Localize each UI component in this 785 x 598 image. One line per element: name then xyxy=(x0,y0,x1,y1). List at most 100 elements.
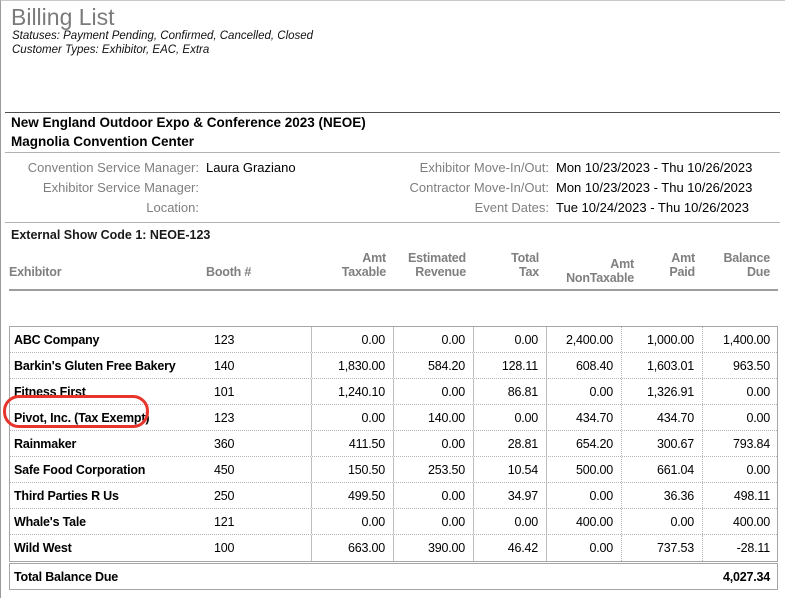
cell-booth: 450 xyxy=(206,457,312,482)
cell-amt-nontaxable: 0.00 xyxy=(547,379,622,404)
cell-amt-paid: 434.70 xyxy=(622,405,703,430)
table-row: Wild West 100 663.00 390.00 46.42 0.00 737.53 -… xyxy=(10,535,777,561)
cell-amt-paid: 737.53 xyxy=(622,535,703,561)
table-row: ABC Company 123 0.00 0.00 0.00 2,400.00 1,000.… xyxy=(10,327,777,353)
cell-balance-due: 0.00 xyxy=(746,462,770,477)
cell-total-tax: 0.00 xyxy=(474,327,547,352)
cell-amt-taxable: 0.00 xyxy=(312,509,394,534)
cell-estimated-revenue: 140.00 xyxy=(394,405,474,430)
cell-exhibitor: Fitness First xyxy=(14,384,86,399)
label-event-dates: Event Dates: xyxy=(474,199,549,215)
cell-amt-nontaxable: 500.00 xyxy=(547,457,622,482)
cell-amt-taxable: 1,830.00 xyxy=(312,353,394,378)
cell-estimated-revenue: 253.50 xyxy=(394,457,474,482)
label-exhibitor-service-manager: Exhibitor Service Manager: xyxy=(42,179,199,195)
cell-booth: 121 xyxy=(206,509,312,534)
cell-total-tax: 46.42 xyxy=(474,535,547,561)
cell-amt-taxable: 0.00 xyxy=(312,327,394,352)
cell-estimated-revenue: 0.00 xyxy=(394,483,474,508)
cell-amt-taxable: 663.00 xyxy=(312,535,394,561)
cell-total-tax: 0.00 xyxy=(474,405,547,430)
value-convention-service-manager: Laura Graziano xyxy=(206,159,296,175)
table-row: Fitness First 101 1,240.10 0.00 86.81 0.00 1,3… xyxy=(10,379,777,405)
label-contractor-move-in-out: Contractor Move-In/Out: xyxy=(409,179,549,195)
cell-booth: 100 xyxy=(206,535,312,561)
cell-amt-nontaxable: 400.00 xyxy=(547,509,622,534)
cell-exhibitor: Whale's Tale xyxy=(14,514,86,529)
cell-amt-taxable: 1,240.10 xyxy=(312,379,394,404)
value-contractor-move-in-out: Mon 10/23/2023 - Thu 10/26/2023 xyxy=(556,179,753,195)
cell-estimated-revenue: 0.00 xyxy=(394,379,474,404)
cell-amt-paid: 1,000.00 xyxy=(622,327,703,352)
label-exhibitor-move-in-out: Exhibitor Move-In/Out: xyxy=(419,159,549,175)
column-header-exhibitor: Exhibitor xyxy=(9,264,62,279)
cell-amt-paid: 661.04 xyxy=(622,457,703,482)
cell-estimated-revenue: 0.00 xyxy=(394,509,474,534)
cell-amt-paid: 0.00 xyxy=(622,509,703,534)
cell-amt-nontaxable: 434.70 xyxy=(547,405,622,430)
cell-exhibitor: Third Parties R Us xyxy=(14,488,119,503)
cell-exhibitor: Barkin's Gluten Free Bakery xyxy=(14,358,176,373)
cell-amt-nontaxable: 2,400.00 xyxy=(547,327,622,352)
cell-booth: 123 xyxy=(206,327,312,352)
label-convention-service-manager: Convention Service Manager: xyxy=(27,159,199,175)
cell-amt-nontaxable: 654.20 xyxy=(547,431,622,456)
divider-light-2 xyxy=(5,222,780,223)
column-header-total-tax: Total Tax xyxy=(511,251,539,279)
value-exhibitor-move-in-out: Mon 10/23/2023 - Thu 10/26/2023 xyxy=(556,159,753,175)
table-row: Whale's Tale 121 0.00 0.00 0.00 400.00 0.00 400… xyxy=(10,509,777,535)
cell-exhibitor: Rainmaker xyxy=(14,436,77,451)
table-row: Barkin's Gluten Free Bakery 140 1,830.00 58… xyxy=(10,353,777,379)
cell-booth: 123 xyxy=(206,405,312,430)
cell-amt-nontaxable: 608.40 xyxy=(547,353,622,378)
cell-balance-due: 400.00 xyxy=(732,514,770,529)
cell-total-tax: 86.81 xyxy=(474,379,547,404)
cell-exhibitor: Safe Food Corporation xyxy=(14,462,146,477)
billing-list-report: Billing List Statuses: Payment Pending, … xyxy=(0,0,785,598)
cell-exhibitor: ABC Company xyxy=(14,332,100,347)
column-header-amt-paid: Amt Paid xyxy=(669,251,695,279)
total-label: Total Balance Due xyxy=(14,569,119,584)
cell-balance-due: -28.11 xyxy=(736,541,771,555)
cell-total-tax: 28.81 xyxy=(474,431,547,456)
total-value: 4,027.34 xyxy=(722,569,770,584)
cell-amt-paid: 1,326.91 xyxy=(622,379,703,404)
cell-total-tax: 10.54 xyxy=(474,457,547,482)
column-header-booth: Booth # xyxy=(206,264,252,279)
header-underline xyxy=(9,289,778,291)
table-row: Rainmaker 360 411.50 0.00 28.81 654.20 300.67 7… xyxy=(10,431,777,457)
cell-balance-due: 963.50 xyxy=(732,358,770,373)
cell-booth: 360 xyxy=(206,431,312,456)
divider-dark xyxy=(5,112,780,113)
cell-amt-paid: 300.67 xyxy=(622,431,703,456)
table-row: Safe Food Corporation 450 150.50 253.50 10.5… xyxy=(10,457,777,483)
cell-amt-nontaxable: 0.00 xyxy=(547,483,622,508)
cell-balance-due: 793.84 xyxy=(732,436,770,451)
cell-amt-paid: 36.36 xyxy=(622,483,703,508)
cell-exhibitor: Pivot, Inc. (Tax Exempt) xyxy=(14,410,150,425)
cell-estimated-revenue: 584.20 xyxy=(394,353,474,378)
cell-balance-due: 498.11 xyxy=(733,488,770,503)
table-row: Pivot, Inc. (Tax Exempt) 123 0.00 140.00 0.0… xyxy=(10,405,777,431)
cell-balance-due: 0.00 xyxy=(746,410,770,425)
page-title: Billing List xyxy=(11,4,115,30)
cell-amt-nontaxable: 0.00 xyxy=(547,535,622,561)
cell-total-tax: 34.97 xyxy=(474,483,547,508)
cell-estimated-revenue: 390.00 xyxy=(394,535,474,561)
cell-amt-taxable: 411.50 xyxy=(312,431,394,456)
customer-types-filter-text: Customer Types: Exhibitor, EAC, Extra xyxy=(12,44,210,56)
column-header-amt-taxable: Amt Taxable xyxy=(341,251,386,279)
cell-total-tax: 0.00 xyxy=(474,509,547,534)
cell-booth: 250 xyxy=(206,483,312,508)
column-header-estimated-revenue: Estimated Revenue xyxy=(408,251,466,279)
divider-light-1 xyxy=(5,152,780,153)
value-event-dates: Tue 10/24/2023 - Thu 10/26/2023 xyxy=(556,199,749,215)
statuses-filter-text: Statuses: Payment Pending, Confirmed, Ca… xyxy=(12,30,314,42)
cell-amt-taxable: 150.50 xyxy=(312,457,394,482)
billing-table-header: Exhibitor Booth # Amt Taxable Estimated … xyxy=(9,248,778,284)
cell-booth: 101 xyxy=(206,379,312,404)
cell-amt-taxable: 0.00 xyxy=(312,405,394,430)
column-header-balance-due: Balance Due xyxy=(723,251,770,279)
cell-balance-due: 0.00 xyxy=(746,384,770,399)
cell-estimated-revenue: 0.00 xyxy=(394,431,474,456)
